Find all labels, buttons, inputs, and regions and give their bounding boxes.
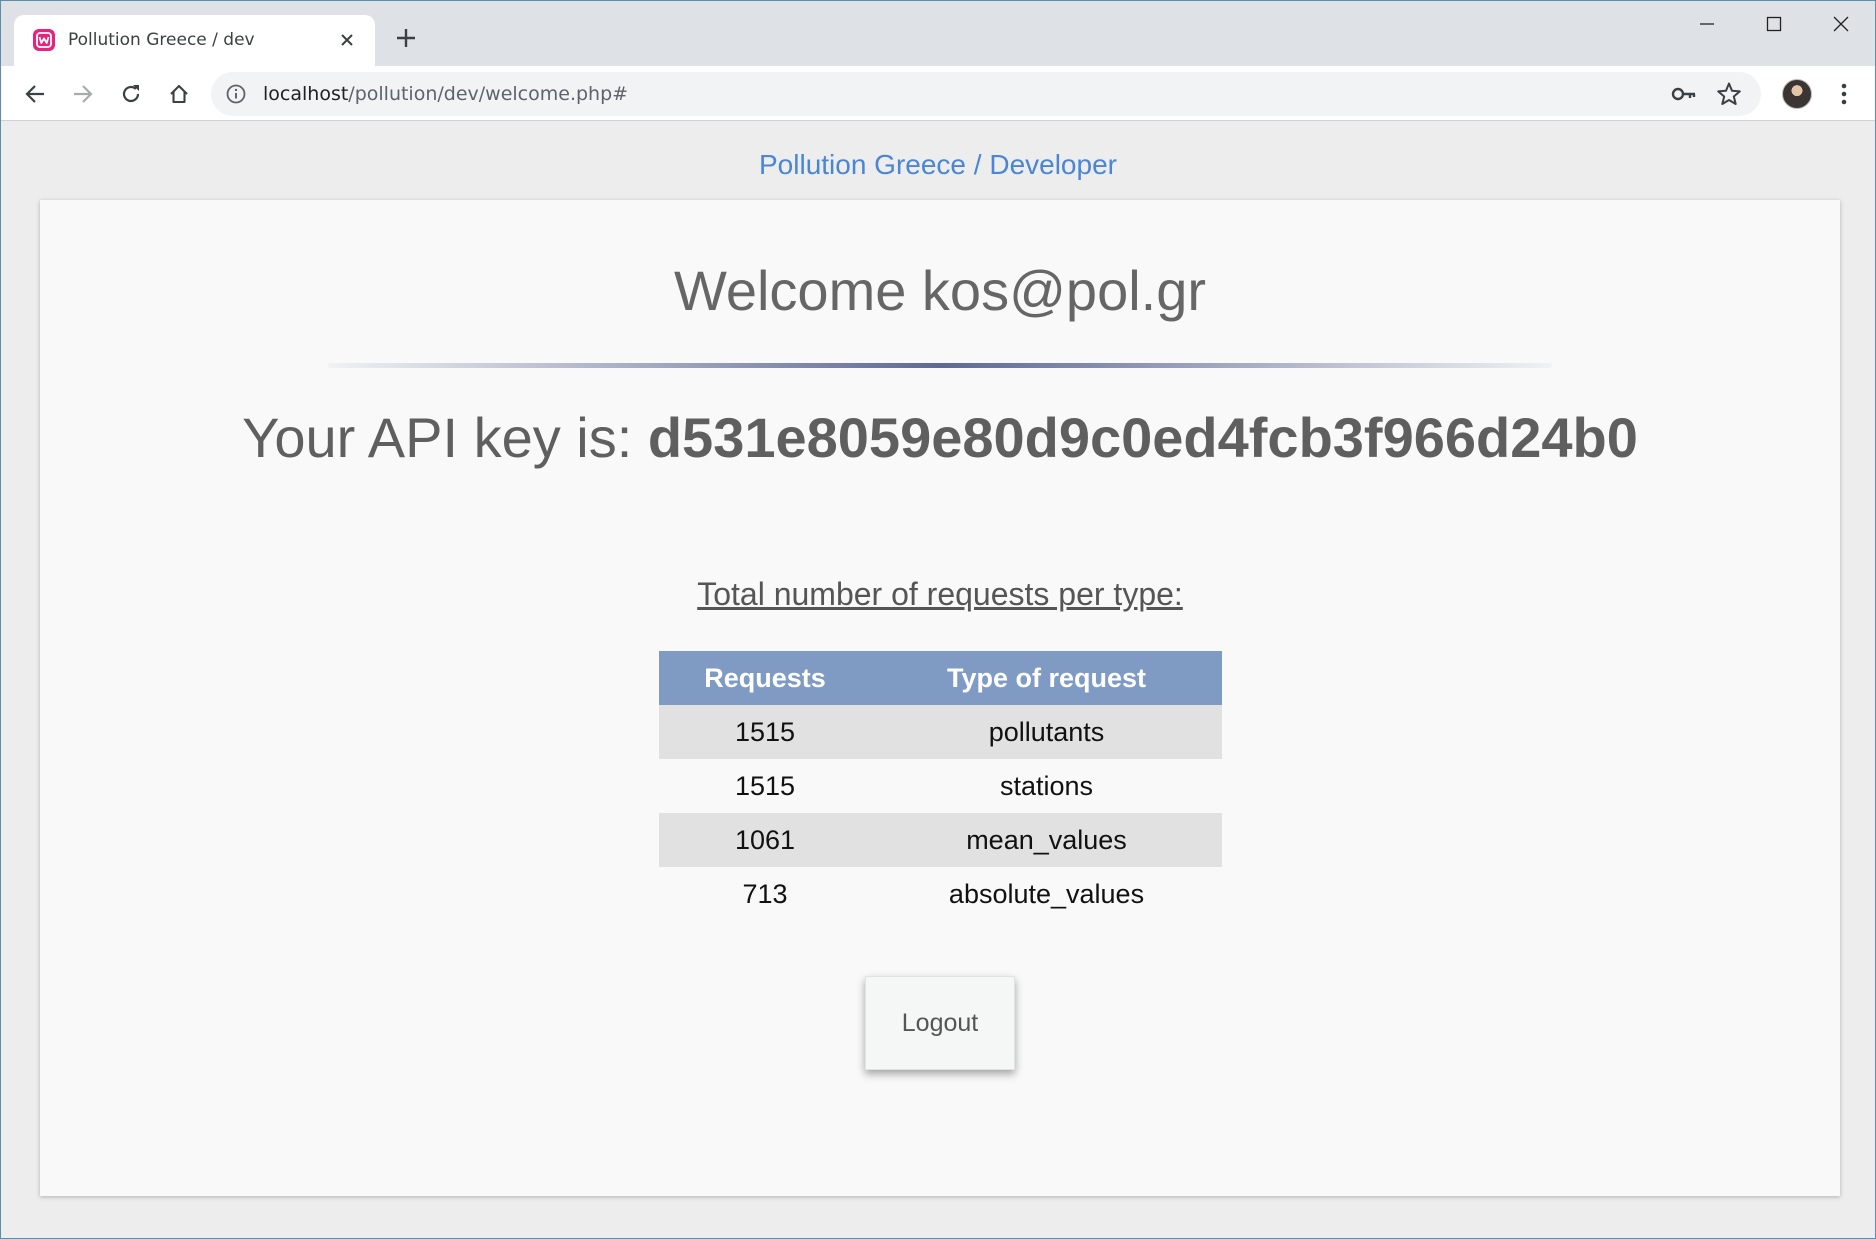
api-key-line: Your API key is: d531e8059e80d9c0ed4fcb3… (40, 405, 1840, 470)
page-viewport: Pollution Greece / Developer Welcome kos… (1, 122, 1875, 1238)
url-text[interactable]: localhost/pollution/dev/welcome.php# (263, 83, 628, 105)
table-row: 1515 stations (659, 759, 1222, 813)
profile-avatar[interactable] (1782, 79, 1812, 109)
request-type: stations (871, 759, 1222, 813)
address-bar[interactable]: localhost/pollution/dev/welcome.php# (211, 72, 1761, 116)
welcome-heading: Welcome kos@pol.gr (674, 259, 1206, 322)
site-brand-link[interactable]: Pollution Greece / Developer (1, 149, 1875, 181)
back-arrow-icon[interactable] (19, 78, 51, 110)
table-row: 1061 mean_values (659, 813, 1222, 867)
reload-icon[interactable] (115, 78, 147, 110)
api-key-value: d531e8059e80d9c0ed4fcb3f966d24b0 (647, 406, 1638, 469)
tab-close-icon[interactable] (336, 29, 358, 51)
table-header-row: Requests Type of request (659, 651, 1222, 705)
request-type: mean_values (871, 813, 1222, 867)
browser-window: Pollution Greece / dev localhost/polluti… (0, 0, 1876, 1239)
request-type: pollutants (871, 705, 1222, 759)
new-tab-plus-icon[interactable] (393, 25, 419, 51)
key-icon[interactable] (1671, 82, 1697, 106)
tab-strip: Pollution Greece / dev (1, 1, 1875, 66)
column-header-type: Type of request (871, 651, 1222, 705)
info-icon[interactable] (225, 83, 247, 105)
logout-button[interactable]: Logout (865, 976, 1015, 1070)
wamp-icon (33, 29, 55, 51)
welcome-card: Welcome kos@pol.gr Your API key is: d531… (40, 200, 1840, 1196)
table-row: 713 absolute_values (659, 867, 1222, 921)
close-window-icon[interactable] (1811, 7, 1871, 41)
request-type: absolute_values (871, 867, 1222, 921)
request-count: 1515 (659, 705, 871, 759)
more-menu-icon[interactable] (1829, 78, 1859, 110)
api-key-label: Your API key is: (242, 406, 648, 469)
url-host: localhost (263, 83, 349, 105)
request-count: 713 (659, 867, 871, 921)
home-icon[interactable] (163, 78, 195, 110)
browser-toolbar: localhost/pollution/dev/welcome.php# (1, 66, 1875, 121)
tab-title: Pollution Greece / dev (68, 30, 255, 50)
requests-title: Total number of requests per type: (697, 576, 1183, 612)
browser-tab[interactable]: Pollution Greece / dev (14, 15, 375, 66)
url-path: /pollution/dev/welcome.php# (348, 83, 629, 105)
bookmark-star-icon[interactable] (1716, 81, 1742, 107)
forward-arrow-icon[interactable] (67, 78, 99, 110)
maximize-icon[interactable] (1744, 7, 1804, 41)
minimize-icon[interactable] (1677, 7, 1737, 41)
table-row: 1515 pollutants (659, 705, 1222, 759)
column-header-requests: Requests (659, 651, 871, 705)
divider (328, 363, 1552, 368)
request-count: 1515 (659, 759, 871, 813)
requests-table: Requests Type of request 1515 pollutants… (659, 651, 1222, 921)
request-count: 1061 (659, 813, 871, 867)
